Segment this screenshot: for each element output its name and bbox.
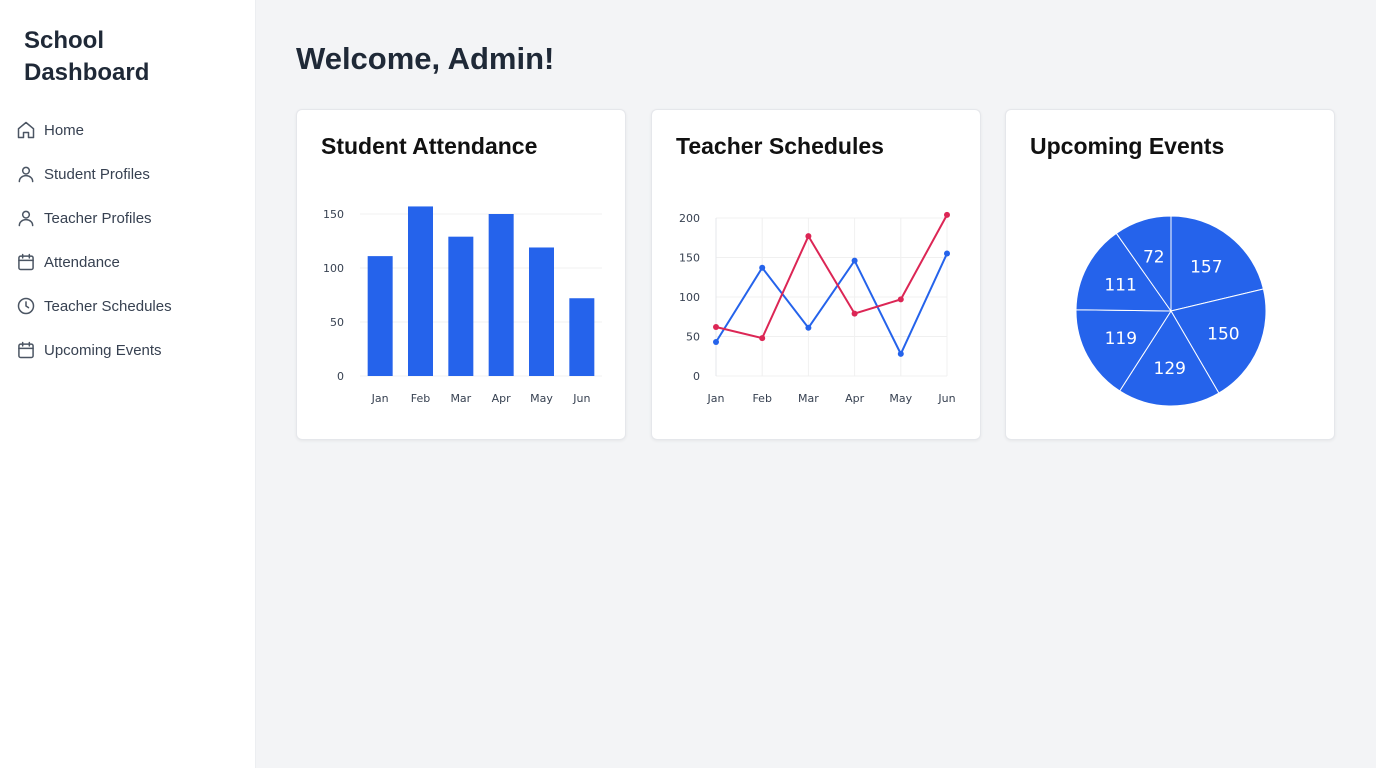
- sidebar-item-label: Student Profiles: [44, 165, 150, 183]
- sidebar-item-label: Home: [44, 121, 85, 139]
- series-point: [713, 324, 719, 331]
- series-point: [851, 257, 858, 264]
- calendar-icon: [16, 340, 36, 360]
- pie-slice-label: 150: [1207, 324, 1239, 344]
- clock-icon: [16, 296, 36, 316]
- x-tick-label: Mar: [450, 392, 471, 405]
- home-icon: [16, 120, 36, 140]
- series-line-1: [715, 253, 948, 357]
- bar: [569, 298, 595, 376]
- sidebar-item-label: Upcoming Events: [44, 341, 162, 359]
- attendance-bar-chart: 0 50 100 150 Jan Feb Mar Apr May Jun: [323, 206, 602, 405]
- series-point: [759, 335, 766, 342]
- x-tick-label: May: [889, 392, 912, 405]
- schedules-line-chart: 0 50 100 150 200 Jan Feb Mar Apr May Jun: [679, 211, 956, 405]
- bar: [367, 256, 393, 376]
- x-tick-label: Jun: [572, 392, 590, 405]
- series-point: [805, 324, 812, 331]
- series-point: [897, 350, 904, 357]
- events-pie-chart: 157 150 129 119 111 72: [1075, 215, 1267, 407]
- bar: [529, 247, 554, 376]
- sidebar-item-teacher-profiles[interactable]: Teacher Profiles: [0, 196, 256, 240]
- pie-slice-label: 119: [1105, 329, 1137, 349]
- student-attendance-card: Student Attendance 0 50 100 150 Jan Feb Mar Apr…: [296, 109, 626, 440]
- sidebar-item-teacher-schedules[interactable]: Teacher Schedules: [0, 284, 256, 328]
- x-tick-label: Feb: [752, 392, 771, 405]
- x-tick-label: Jan: [371, 392, 389, 405]
- pie-slice-label: 72: [1143, 248, 1165, 268]
- series-point: [851, 310, 858, 317]
- y-tick-label: 0: [693, 370, 700, 383]
- x-tick-label: May: [530, 392, 553, 405]
- series-point: [897, 296, 904, 303]
- bar: [488, 214, 514, 376]
- y-tick-label: 100: [323, 262, 344, 275]
- sidebar-item-upcoming-events[interactable]: Upcoming Events: [0, 328, 256, 372]
- sidebar-nav: Home Student Profiles Teacher Profiles A…: [0, 108, 256, 372]
- x-tick-label: Apr: [845, 392, 865, 405]
- pie-slice-label: 111: [1104, 275, 1136, 295]
- calendar-icon: [16, 252, 36, 272]
- x-tick-label: Apr: [492, 392, 512, 405]
- main-content: Welcome, Admin! Student Attendance 0 50 10…: [256, 0, 1376, 768]
- sidebar-item-label: Teacher Schedules: [44, 297, 172, 315]
- teacher-schedules-card: Teacher Schedules 0 50 100 150 200 Jan Feb Mar A…: [651, 109, 981, 440]
- y-tick-label: 200: [679, 212, 700, 225]
- y-tick-label: 150: [323, 208, 344, 221]
- pie-slice-label: 129: [1154, 359, 1186, 379]
- series-point: [713, 339, 719, 346]
- sidebar-item-attendance[interactable]: Attendance: [0, 240, 256, 284]
- series-line-2: [715, 214, 948, 340]
- user-icon: [16, 208, 36, 228]
- sidebar-item-label: Attendance: [44, 253, 120, 271]
- bar: [448, 236, 474, 376]
- user-icon: [16, 164, 36, 184]
- sidebar-item-home[interactable]: Home: [0, 108, 256, 152]
- sidebar-item-label: Teacher Profiles: [44, 209, 152, 227]
- app-title: School Dashboard: [24, 27, 150, 86]
- x-tick-label: Jun: [937, 392, 955, 405]
- y-tick-label: 150: [679, 252, 700, 265]
- series-point: [944, 250, 950, 257]
- y-tick-label: 50: [686, 331, 700, 344]
- y-tick-label: 50: [330, 316, 344, 329]
- y-tick-label: 100: [679, 291, 700, 304]
- x-tick-label: Jan: [707, 392, 725, 405]
- series-point: [759, 264, 766, 271]
- x-tick-label: Feb: [411, 392, 430, 405]
- upcoming-events-card: Upcoming Events 157 150 129 119 111 72: [1005, 109, 1335, 440]
- bar: [408, 206, 433, 376]
- pie-slice-label: 157: [1190, 257, 1222, 277]
- sidebar-item-student-profiles[interactable]: Student Profiles: [0, 152, 256, 196]
- sidebar: School Dashboard Home Student Profiles T…: [0, 0, 256, 768]
- series-point: [805, 233, 812, 240]
- y-tick-label: 0: [337, 370, 344, 383]
- x-tick-label: Mar: [798, 392, 819, 405]
- series-point: [944, 211, 950, 218]
- page-title: Welcome, Admin!: [296, 41, 555, 76]
